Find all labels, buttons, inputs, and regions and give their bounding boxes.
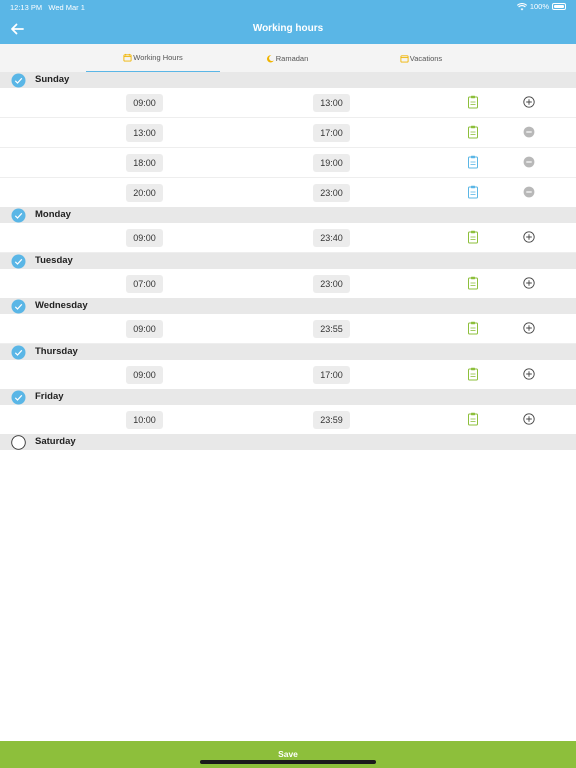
- day-name: Thursday: [35, 346, 78, 357]
- clipboard-icon[interactable]: [467, 230, 479, 244]
- start-time-field[interactable]: 07:00: [126, 275, 163, 293]
- time-slot-row: 09:00 23:55: [0, 314, 576, 344]
- day-header-friday: Friday: [0, 389, 576, 405]
- save-button[interactable]: Save: [0, 741, 576, 768]
- day-name: Sunday: [35, 74, 70, 85]
- remove-circle-icon[interactable]: [523, 186, 535, 198]
- end-time-field[interactable]: 23:00: [313, 184, 350, 202]
- tab-label: Working Hours: [133, 53, 183, 62]
- checked-circle-icon[interactable]: [11, 390, 26, 405]
- status-clock: 12:13 PM: [10, 3, 43, 12]
- clipboard-icon[interactable]: [467, 125, 479, 139]
- tab-label: Ramadan: [275, 53, 309, 63]
- battery-percent: 100%: [529, 2, 549, 11]
- battery-icon: [552, 3, 566, 10]
- end-time-field[interactable]: 23:55: [313, 320, 350, 338]
- end-time-field[interactable]: 13:00: [313, 94, 350, 112]
- save-label: Save: [278, 749, 298, 759]
- checked-circle-icon[interactable]: [11, 73, 26, 88]
- time-slot-row: 09:00 17:00: [0, 360, 576, 390]
- time-slot-row: 09:00 13:00: [0, 88, 576, 118]
- start-time-field[interactable]: 18:00: [126, 154, 163, 172]
- day-header-thursday: Thursday: [0, 344, 576, 360]
- end-time-field[interactable]: 23:00: [313, 275, 350, 293]
- end-time-field[interactable]: 23:40: [313, 229, 350, 247]
- end-time-field[interactable]: 23:59: [313, 411, 350, 429]
- time-slot-row: 10:00 23:59: [0, 405, 576, 435]
- start-time-field[interactable]: 20:00: [126, 184, 163, 202]
- clipboard-icon[interactable]: [467, 367, 479, 381]
- day-header-saturday: Saturday: [0, 434, 576, 450]
- tab-bar: Working Hours Ramadan Vacations: [0, 44, 576, 72]
- start-time-field[interactable]: 09:00: [126, 320, 163, 338]
- start-time-field[interactable]: 09:00: [126, 366, 163, 384]
- day-name: Friday: [35, 391, 64, 402]
- end-time-field[interactable]: 17:00: [313, 124, 350, 142]
- day-name: Wednesday: [35, 300, 88, 311]
- clipboard-icon[interactable]: [467, 412, 479, 426]
- start-time-field[interactable]: 13:00: [126, 124, 163, 142]
- add-circle-icon[interactable]: [523, 231, 535, 243]
- time-slot-row: 13:00 17:00: [0, 118, 576, 148]
- page-title: Working hours: [252, 23, 324, 34]
- status-date: Wed Mar 1: [48, 3, 85, 12]
- clipboard-icon[interactable]: [467, 276, 479, 290]
- clipboard-icon[interactable]: [467, 185, 479, 199]
- checked-circle-icon[interactable]: [11, 254, 26, 269]
- home-indicator: [200, 760, 376, 764]
- calendar-icon: [400, 54, 409, 63]
- tab-ramadan[interactable]: Ramadan: [220, 44, 354, 72]
- day-header-tuesday: Tuesday: [0, 253, 576, 269]
- tab-label: Vacations: [409, 53, 443, 63]
- add-circle-icon[interactable]: [523, 413, 535, 425]
- start-time-field[interactable]: 09:00: [126, 94, 163, 112]
- status-right: 100%: [516, 2, 566, 11]
- day-header-monday: Monday: [0, 207, 576, 223]
- start-time-field[interactable]: 10:00: [126, 411, 163, 429]
- add-circle-icon[interactable]: [523, 277, 535, 289]
- status-time: 12:13 PM Wed Mar 1: [10, 3, 85, 12]
- calendar-icon: [123, 53, 132, 62]
- add-circle-icon[interactable]: [523, 96, 535, 108]
- day-header-wednesday: Wednesday: [0, 298, 576, 314]
- add-circle-icon[interactable]: [523, 322, 535, 334]
- clipboard-icon[interactable]: [467, 321, 479, 335]
- time-slot-row: 09:00 23:40: [0, 223, 576, 253]
- day-name: Tuesday: [35, 255, 73, 266]
- tab-vacations[interactable]: Vacations: [354, 44, 488, 72]
- remove-circle-icon[interactable]: [523, 126, 535, 138]
- wifi-icon: [516, 2, 527, 10]
- start-time-field[interactable]: 09:00: [126, 229, 163, 247]
- status-bar: 12:13 PM Wed Mar 1 100%: [0, 0, 576, 14]
- clipboard-icon[interactable]: [467, 95, 479, 109]
- checked-circle-icon[interactable]: [11, 299, 26, 314]
- time-slot-row: 20:00 23:00: [0, 178, 576, 208]
- crescent-moon-icon: [266, 54, 274, 62]
- time-slot-row: 07:00 23:00: [0, 269, 576, 299]
- add-circle-icon[interactable]: [523, 368, 535, 380]
- checked-circle-icon[interactable]: [11, 345, 26, 360]
- clipboard-icon[interactable]: [467, 155, 479, 169]
- day-name: Saturday: [35, 436, 76, 447]
- checked-circle-icon[interactable]: [11, 208, 26, 223]
- time-slot-row: 18:00 19:00: [0, 148, 576, 178]
- day-header-sunday: Sunday: [0, 72, 576, 88]
- app-header: 12:13 PM Wed Mar 1 100% Working hours: [0, 0, 576, 44]
- remove-circle-icon[interactable]: [523, 156, 535, 168]
- end-time-field[interactable]: 19:00: [313, 154, 350, 172]
- unchecked-circle-icon[interactable]: [11, 434, 26, 450]
- day-name: Monday: [35, 209, 71, 220]
- tab-working-hours[interactable]: Working Hours: [86, 44, 220, 72]
- end-time-field[interactable]: 17:00: [313, 366, 350, 384]
